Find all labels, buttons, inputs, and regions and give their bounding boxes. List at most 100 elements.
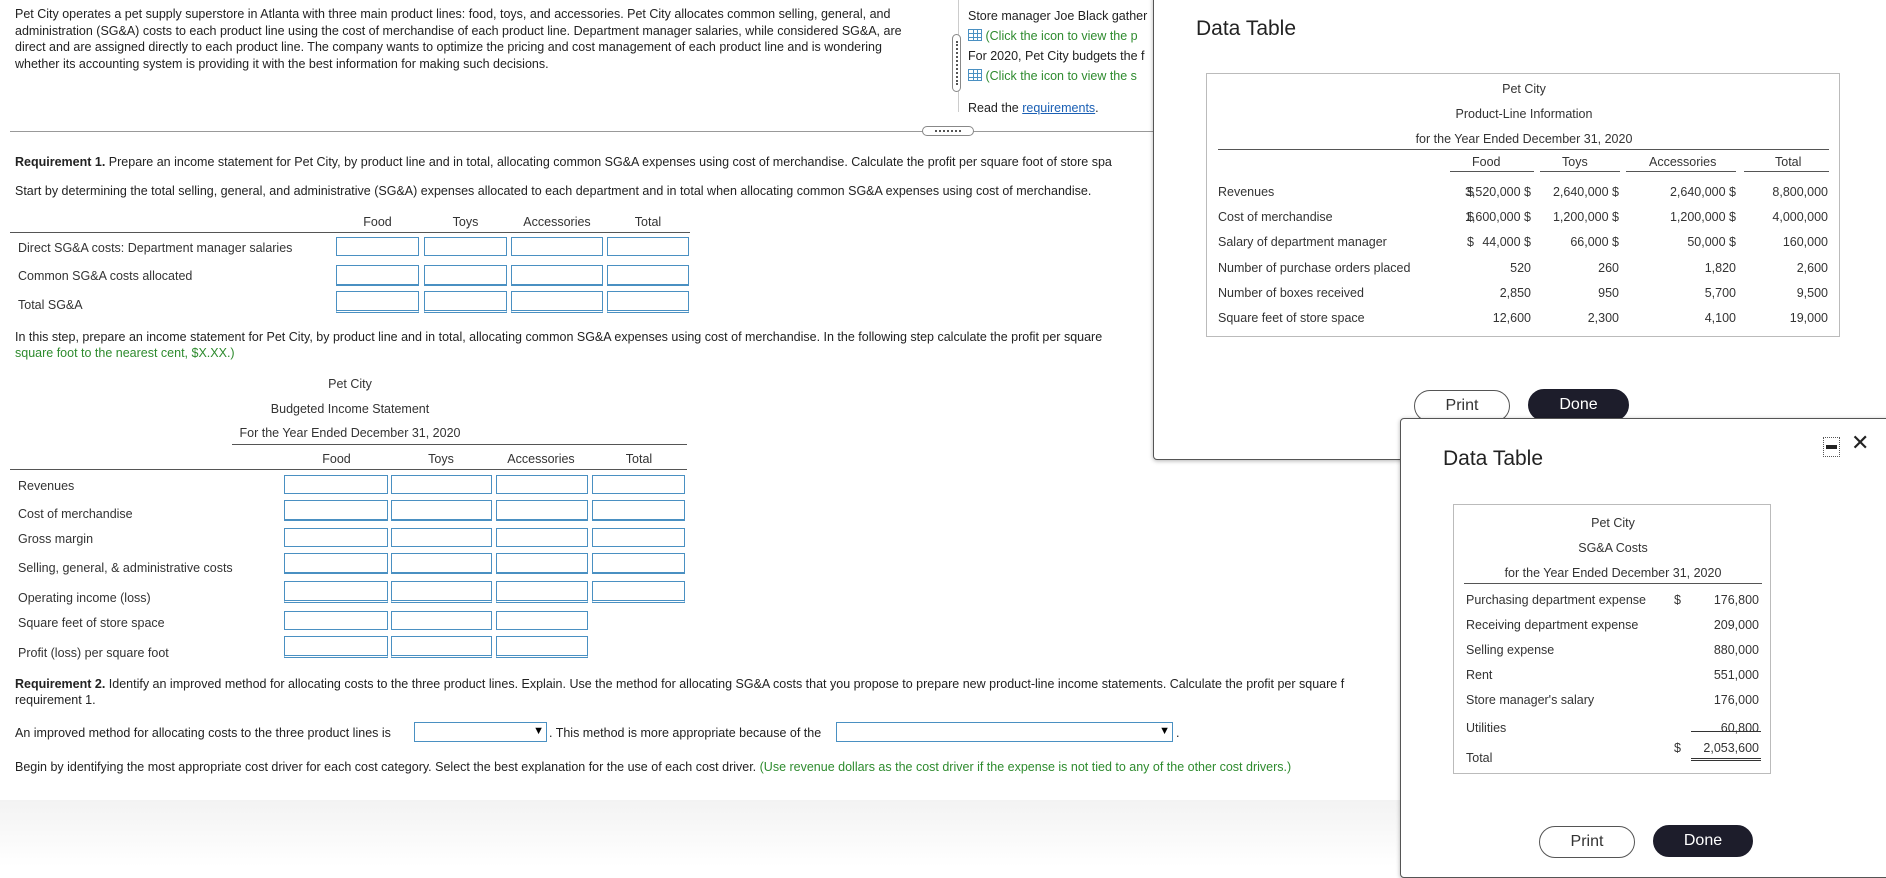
income-cogs-total-input[interactable] [592, 500, 685, 521]
close-icon[interactable]: ✕ [1851, 431, 1869, 455]
side-link-row[interactable]: (Click the icon to view the s [968, 66, 1158, 86]
income-cogs-food-input[interactable] [284, 500, 388, 521]
sga-direct-accessories-input[interactable] [511, 237, 603, 256]
table-subtitle: Product-Line Information [1455, 107, 1593, 121]
income-operating-food-input[interactable] [284, 581, 388, 603]
income-operating-accessories-input[interactable] [496, 581, 588, 603]
income-revenue-accessories-input[interactable] [496, 475, 588, 494]
sga-direct-food-input[interactable] [336, 237, 419, 256]
intro-line: whether its accounting system is providi… [15, 56, 549, 71]
sga-common-toys-input[interactable] [424, 265, 507, 286]
income-sga-total-input[interactable] [592, 553, 685, 574]
cell-total: 8,800,000 [1772, 185, 1828, 199]
minimize-icon[interactable] [1823, 437, 1840, 457]
sga-direct-total-input[interactable] [607, 237, 689, 256]
table-grid-icon[interactable] [968, 69, 982, 81]
income-operating-total-input[interactable] [592, 581, 685, 603]
income-revenue-toys-input[interactable] [391, 475, 492, 494]
sga-header-accessories: Accessories [523, 215, 591, 229]
row-label: Receiving department expense [1466, 618, 1639, 632]
side-link-row[interactable]: (Click the icon to view the p [968, 26, 1158, 46]
income-sga-toys-input[interactable] [391, 553, 492, 574]
table-rule [1218, 149, 1829, 150]
read-suffix: . [1095, 101, 1099, 115]
sga-common-accessories-input[interactable] [511, 265, 603, 286]
row-label: Number of purchase orders placed [1218, 261, 1411, 275]
panel-drag-handle[interactable] [952, 34, 961, 92]
income-sqft-accessories-input[interactable] [496, 611, 588, 630]
sga-common-total-input[interactable] [607, 265, 689, 286]
income-row-label: Operating income (loss) [18, 591, 151, 605]
table-grid-icon[interactable] [968, 29, 982, 41]
col-accessories: Accessories [1649, 155, 1717, 169]
sga-total-toys-input[interactable] [424, 291, 507, 313]
intro-line: direct and are assigned directly to each… [15, 40, 882, 54]
sga-header-total: Total [634, 215, 662, 229]
cell-accessories: 1,200,000 $ [1669, 210, 1736, 224]
sga-direct-toys-input[interactable] [424, 237, 507, 256]
done-button[interactable]: Done [1653, 825, 1753, 857]
cell-food: 520 [1510, 261, 1531, 275]
income-sqft-food-input[interactable] [284, 611, 388, 630]
col-total: Total [1775, 155, 1802, 169]
row-label: Cost of merchandise [1218, 210, 1333, 224]
cell-value: 880,000 [1713, 643, 1759, 657]
income-gross-total-input[interactable] [592, 528, 685, 547]
income-sga-food-input[interactable] [284, 553, 388, 574]
total-double-rule [1691, 758, 1761, 761]
income-cogs-toys-input[interactable] [391, 500, 492, 521]
cell-toys: 2,300 [1587, 311, 1619, 325]
done-button[interactable]: Done [1528, 389, 1629, 421]
income-profit-sqft-toys-input[interactable] [391, 636, 492, 658]
dollar-sign: $ [1674, 741, 1681, 755]
section-drag-handle[interactable] [922, 126, 974, 136]
income-revenue-food-input[interactable] [284, 475, 388, 494]
income-period: For the Year Ended December 31, 2020 [239, 426, 461, 440]
req1-text: Requirement 1. Prepare an income stateme… [15, 155, 1155, 169]
improved-mid: . This method is more appropriate becaus… [549, 726, 822, 740]
income-gross-food-input[interactable] [284, 528, 388, 547]
income-operating-toys-input[interactable] [391, 581, 492, 603]
req2-label: Requirement 2. [15, 677, 106, 691]
sga-total-total-input[interactable] [607, 291, 689, 313]
income-row-label: Square feet of store space [18, 616, 165, 630]
income-sga-accessories-input[interactable] [496, 553, 588, 574]
table-company: Pet City [1591, 516, 1635, 530]
cell-value: 176,800 [1713, 593, 1759, 607]
side-link-text[interactable]: (Click the icon to view the s [985, 69, 1136, 83]
income-revenue-total-input[interactable] [592, 475, 685, 494]
row-label: Purchasing department expense [1466, 593, 1646, 607]
income-gross-accessories-input[interactable] [496, 528, 588, 547]
print-button[interactable]: Print [1539, 826, 1635, 858]
side-link-text[interactable]: (Click the icon to view the p [985, 29, 1137, 43]
improved-suffix: . [1176, 726, 1180, 740]
sga-total-accessories-input[interactable] [511, 291, 603, 313]
dropdown-arrow-icon[interactable]: ▼ [1159, 725, 1170, 737]
row-label: Revenues [1218, 185, 1275, 199]
improved-reason-select[interactable]: ▼ [836, 722, 1173, 742]
intro-text: Pet City operates a pet supply superstor… [15, 6, 965, 72]
dropdown-arrow-icon[interactable]: ▼ [533, 725, 544, 737]
income-row-label: Gross margin [18, 532, 94, 546]
income-profit-sqft-food-input[interactable] [284, 636, 388, 658]
read-prefix: Read the [968, 101, 1023, 115]
income-sqft-toys-input[interactable] [391, 611, 492, 630]
improved-method-select[interactable]: ▼ [414, 722, 547, 742]
cell-accessories: 5,700 [1704, 286, 1736, 300]
income-header-accessories: Accessories [507, 452, 575, 466]
sga-common-food-input[interactable] [336, 265, 419, 286]
sga-header-rule [10, 232, 690, 233]
total-label: Total [1466, 751, 1493, 765]
total-value: 2,053,600 [1703, 741, 1759, 755]
requirements-link[interactable]: requirements [1022, 101, 1095, 115]
income-cogs-accessories-input[interactable] [496, 500, 588, 521]
income-gross-toys-input[interactable] [391, 528, 492, 547]
cell-toys: 1,200,000 $ [1552, 210, 1619, 224]
sga-total-food-input[interactable] [336, 291, 419, 313]
improved-prefix: An improved method for allocating costs … [15, 726, 391, 740]
income-profit-sqft-accessories-input[interactable] [496, 636, 588, 658]
cell-accessories: 2,640,000 $ [1669, 185, 1736, 199]
income-company: Pet City [328, 377, 372, 391]
cell-food: 2,850 [1499, 286, 1531, 300]
intro-line: administration (SG&A) costs to each prod… [15, 23, 902, 38]
